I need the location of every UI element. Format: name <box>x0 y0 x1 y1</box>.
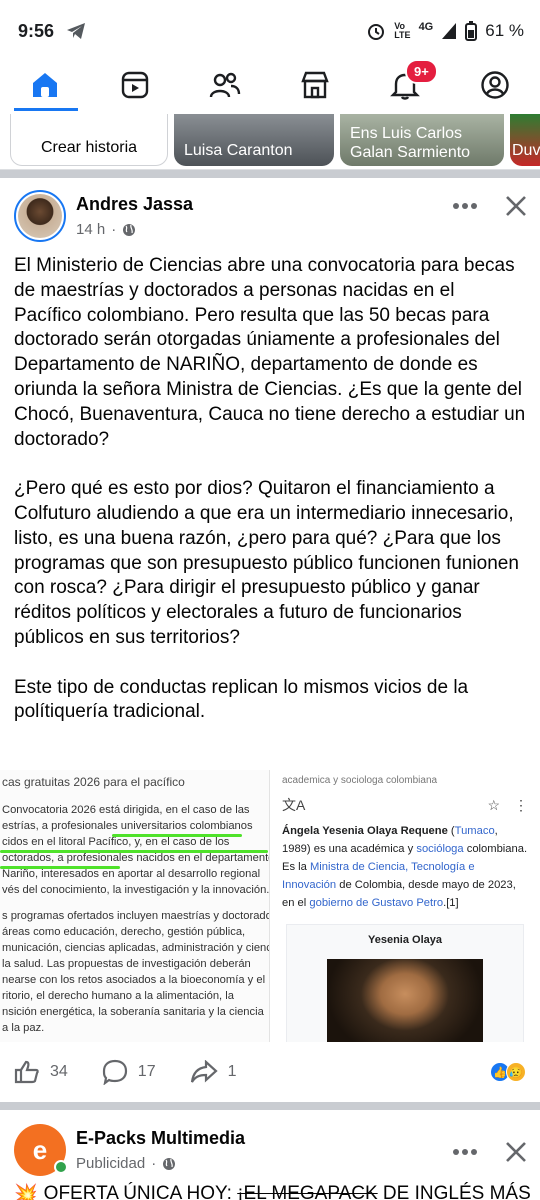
post-time[interactable]: 14 h <box>76 221 105 238</box>
document-line: la salud. Las propuestas de investigació… <box>2 958 251 970</box>
wikipedia-screenshot: academica y sociologa colombiana 文A ☆ ⋮ … <box>270 770 540 1042</box>
portrait-photo <box>327 959 483 1042</box>
document-line: Convocatoria 2026 está dirigida, en el c… <box>2 804 250 816</box>
more-options-icon[interactable] <box>452 1148 478 1156</box>
notification-badge: 9+ <box>405 59 438 84</box>
story-card[interactable]: Duv <box>510 114 540 166</box>
post-paragraph: Este tipo de conductas replican lo mismo… <box>14 676 469 723</box>
battery-level: 61 % <box>485 21 524 40</box>
story-card[interactable]: Luisa Caranton <box>174 114 334 166</box>
tab-friends[interactable] <box>195 65 255 105</box>
burst-icon: 💥 <box>14 1184 38 1200</box>
post-author[interactable]: E-Packs Multimedia <box>76 1128 452 1149</box>
star-icon: ☆ <box>487 797 501 813</box>
globe-icon <box>163 1157 176 1170</box>
document-line: estrías, a profesionales universitarios … <box>2 820 253 832</box>
more-icon: ⋮ <box>514 797 528 813</box>
feed-divider <box>0 170 540 178</box>
highlight-mark <box>0 850 268 853</box>
stories-strip: Crear historia Luisa Caranton Ens Luis C… <box>0 108 540 170</box>
friends-icon <box>209 72 241 98</box>
tab-marketplace[interactable] <box>285 65 345 105</box>
story-author: Duv <box>512 142 540 159</box>
story-author: Ens Luis Carlos Galan Sarmiento <box>350 125 471 161</box>
document-line: a la paz. <box>2 1022 45 1034</box>
telegram-icon <box>67 23 86 39</box>
video-icon <box>121 71 149 99</box>
sad-reaction-icon: 😥 <box>506 1062 526 1082</box>
clock: 9:56 <box>18 20 55 41</box>
like-count: 34 <box>50 1063 68 1080</box>
comment-icon <box>102 1059 127 1085</box>
share-button[interactable]: 1 <box>190 1060 237 1084</box>
tab-profile[interactable] <box>465 65 525 105</box>
promo-text: 💥 OFERTA ÚNICA HOY: ¡EL MEGAPACK DE INGL… <box>0 1176 540 1200</box>
page-avatar[interactable]: e <box>14 1124 68 1176</box>
wiki-subtitle: academica y sociologa colombiana <box>282 775 438 786</box>
document-line: s programas ofertados incluyen maestrías… <box>2 910 270 922</box>
post-author[interactable]: Andres Jassa <box>76 194 452 215</box>
like-icon <box>14 1060 39 1084</box>
volte-indicator: Vo LTE <box>394 21 411 40</box>
post-image[interactable]: cas gratuitas 2026 para el pacífico Conv… <box>0 770 540 1042</box>
post-actions: 34 17 1 👍 😥 <box>0 1042 540 1102</box>
sponsored-post: e E-Packs Multimedia Publicidad · 💥 OFER… <box>0 1110 540 1200</box>
highlight-mark <box>0 866 120 869</box>
post-paragraph: ¿Pero qué es esto por dios? Quitaron el … <box>14 478 519 648</box>
post-body: El Ministerio de Ciencias abre una convo… <box>0 244 540 764</box>
marketplace-icon <box>301 71 329 99</box>
wiki-bio: Ángela Yesenia Olaya Requene (Tumaco, 19… <box>282 825 528 909</box>
like-button[interactable]: 34 <box>14 1060 68 1084</box>
highlight-mark <box>112 834 242 837</box>
document-line: municación, ciencias aplicadas, administ… <box>2 942 270 954</box>
create-story-button[interactable]: Crear historia <box>10 114 168 166</box>
home-icon <box>33 73 57 97</box>
tab-video[interactable] <box>105 65 165 105</box>
close-icon[interactable] <box>504 1140 528 1164</box>
document-title: cas gratuitas 2026 para el pacífico <box>2 775 185 789</box>
more-options-icon[interactable] <box>452 202 478 210</box>
document-screenshot: cas gratuitas 2026 para el pacífico Conv… <box>0 770 270 1042</box>
post-header: Andres Jassa 14 h · <box>0 178 540 244</box>
status-bar: 9:56 Vo LTE 4G 61 % <box>0 0 540 62</box>
share-count: 1 <box>227 1063 237 1080</box>
share-icon <box>190 1060 218 1083</box>
story-card[interactable]: Ens Luis Carlos Galan Sarmiento <box>340 114 504 166</box>
document-line: vés del conocimiento, la investigación y… <box>2 884 270 896</box>
comment-button[interactable]: 17 <box>102 1059 156 1085</box>
document-line: nsición energética, la soberanía sanitar… <box>2 1006 264 1018</box>
top-nav: 9+ <box>0 59 540 111</box>
network-type: 4G <box>418 21 434 33</box>
wiki-infobox: Yesenia Olaya <box>286 924 524 1042</box>
story-author: Luisa Caranton <box>184 142 293 159</box>
document-line: nearse con los retos asociados a la bioe… <box>2 974 266 986</box>
reaction-summary[interactable]: 👍 😥 <box>490 1062 526 1082</box>
alarm-icon <box>368 24 385 40</box>
feed-post: Andres Jassa 14 h · El Ministerio de Cie… <box>0 178 540 1102</box>
comment-count: 17 <box>137 1063 156 1080</box>
post-paragraph: El Ministerio de Ciencias abre una convo… <box>14 255 526 450</box>
tab-notifications[interactable]: 9+ <box>375 59 438 105</box>
globe-icon <box>123 223 136 236</box>
sponsored-label: Publicidad <box>76 1155 146 1172</box>
translate-icon: 文A <box>282 797 306 813</box>
battery-icon <box>465 21 478 41</box>
profile-icon <box>481 71 509 99</box>
post-header: e E-Packs Multimedia Publicidad · <box>0 1110 540 1176</box>
create-story-label: Crear historia <box>40 139 138 156</box>
signal-icon <box>442 23 457 39</box>
feed-divider <box>0 1102 540 1110</box>
close-icon[interactable] <box>504 194 528 218</box>
active-tab-indicator <box>14 108 78 111</box>
tab-home[interactable] <box>15 65 75 105</box>
infobox-title: Yesenia Olaya <box>368 934 442 946</box>
document-line: áreas como educación, derecho, gestión p… <box>2 926 246 938</box>
document-line: ritorio, el derecho humano a la alimenta… <box>2 990 234 1002</box>
avatar[interactable] <box>14 190 66 242</box>
